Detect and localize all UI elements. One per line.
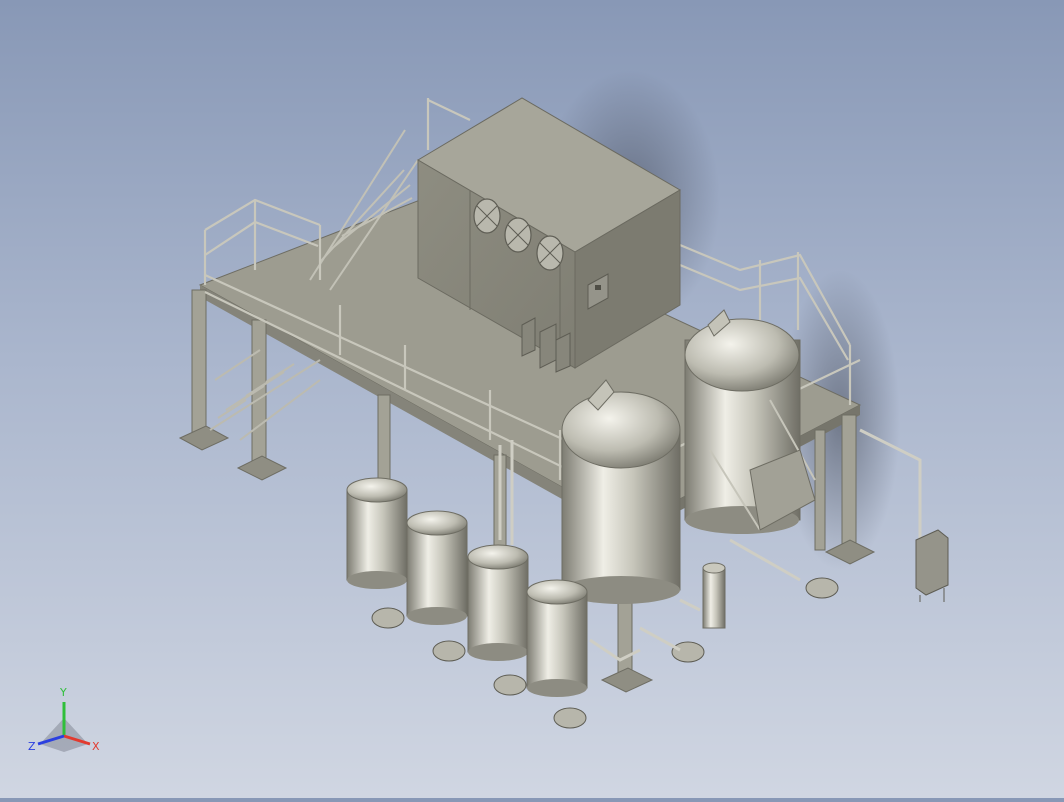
separator-vessel[interactable] — [702, 562, 726, 629]
x-axis-label: X — [92, 740, 100, 753]
pump-icon[interactable] — [493, 674, 527, 696]
pump-icon[interactable] — [432, 640, 466, 662]
y-axis-label: Y — [59, 686, 67, 699]
plant-3d-model[interactable] — [0, 0, 1064, 798]
cad-viewport[interactable] — [0, 0, 1064, 798]
view-triad[interactable]: Y X Z — [24, 682, 104, 762]
process-tank-left[interactable] — [561, 379, 681, 604]
z-axis-label: Z — [28, 740, 36, 753]
pump-icon[interactable] — [805, 577, 839, 599]
pump-icon[interactable] — [553, 707, 587, 729]
electrical-panel[interactable] — [915, 529, 949, 602]
storage-tank-3[interactable] — [467, 544, 529, 661]
storage-tank-2[interactable] — [406, 510, 468, 625]
storage-tank-1[interactable] — [346, 477, 408, 589]
pump-icon[interactable] — [671, 641, 705, 663]
pump-icon[interactable] — [371, 607, 405, 629]
storage-tank-4[interactable] — [526, 579, 588, 697]
